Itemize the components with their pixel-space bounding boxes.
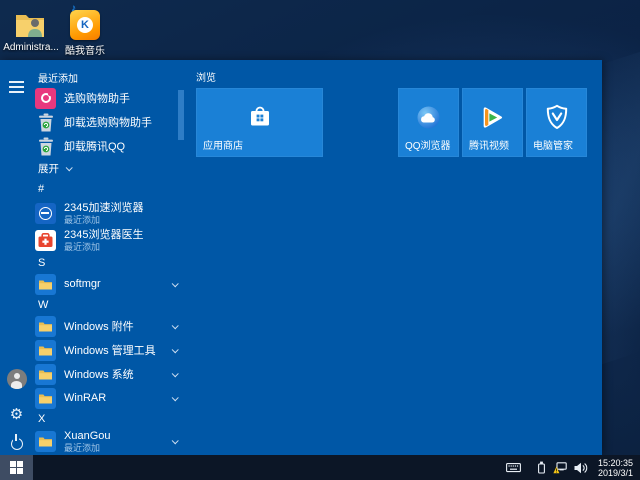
- app-list-scrollbar[interactable]: [178, 90, 184, 140]
- power-button[interactable]: [0, 427, 33, 457]
- folder-icon: [35, 339, 56, 361]
- app-item-label: Windows 附件: [64, 321, 134, 333]
- settings-button[interactable]: ⚙: [0, 399, 33, 429]
- 2345-browser-icon: [35, 203, 56, 224]
- trash-recycle-icon: [35, 112, 56, 133]
- folder-icon: [35, 387, 56, 409]
- folder-icon: [35, 315, 56, 337]
- app-item-label: 2345加速浏览器: [64, 201, 144, 214]
- tile-label: QQ浏览器: [405, 141, 451, 152]
- tile-label: 应用商店: [203, 141, 243, 152]
- touch-keyboard-icon[interactable]: [506, 462, 521, 473]
- folder-icon: [35, 273, 56, 295]
- taskbar: 15:20:35 2019/3/1: [0, 455, 640, 480]
- app-item-2345-browser-doctor[interactable]: 2345浏览器医生 最近添加: [33, 227, 183, 254]
- chevron-down-icon[interactable]: [171, 437, 179, 445]
- expand-label: 展开: [38, 162, 59, 175]
- user-avatar-icon: [6, 369, 27, 389]
- section-letter-x[interactable]: X: [33, 410, 183, 428]
- section-letter-s[interactable]: S: [33, 254, 183, 272]
- tile-label: 电脑管家: [533, 141, 573, 152]
- app-item-windows-system[interactable]: Windows 系统: [33, 362, 183, 386]
- start-button[interactable]: [0, 455, 33, 480]
- usb-device-icon[interactable]: [537, 461, 546, 474]
- app-item-winrar[interactable]: WinRAR: [33, 386, 183, 410]
- section-letter-hash[interactable]: #: [33, 178, 183, 200]
- app-item-label: softmgr: [64, 278, 101, 290]
- tile-app-store[interactable]: 应用商店: [196, 88, 323, 157]
- app-item-sublabel: 最近添加: [64, 442, 101, 453]
- desktop-icon-kuwo-music[interactable]: ♪ K 酷我音乐: [56, 3, 114, 57]
- app-item-label: 选购购物助手: [64, 93, 130, 105]
- power-icon: [10, 433, 23, 450]
- app-item-label: 卸载腾讯QQ: [64, 141, 126, 153]
- app-item-windows-accessories[interactable]: Windows 附件: [33, 314, 183, 338]
- chevron-down-icon[interactable]: [171, 280, 179, 288]
- hamburger-icon: [9, 81, 24, 93]
- app-item-xuangou[interactable]: XuanGou 最近添加: [33, 428, 183, 455]
- clock-date: 2019/3/1: [597, 467, 633, 478]
- app-item-label: WinRAR: [64, 392, 107, 404]
- app-item-label: Windows 管理工具: [64, 345, 156, 357]
- app-item-2345-speed-browser[interactable]: 2345加速浏览器 最近添加: [33, 200, 183, 227]
- folder-icon: [35, 431, 56, 452]
- app-item-softmgr[interactable]: softmgr: [33, 272, 183, 296]
- app-item-label: 卸载选购购物助手: [64, 117, 152, 129]
- folder-icon: [35, 363, 56, 385]
- app-item-uninstall-shopping-assistant[interactable]: 卸载选购购物助手: [33, 110, 183, 134]
- app-item-windows-admin-tools[interactable]: Windows 管理工具: [33, 338, 183, 362]
- volume-icon[interactable]: [574, 462, 588, 474]
- app-item-sublabel: 最近添加: [64, 214, 101, 225]
- user-folder-icon: [2, 6, 60, 40]
- gear-icon: ⚙: [9, 404, 24, 423]
- tile-pc-manager[interactable]: 电脑管家: [526, 88, 587, 157]
- app-item-label: XuanGou: [64, 429, 111, 442]
- start-menu-rail: ⚙: [0, 60, 33, 455]
- tencent-video-play-icon: [462, 98, 523, 136]
- recent-added-header: 最近添加: [38, 73, 78, 85]
- music-note-icon: ♪: [71, 3, 76, 14]
- chevron-down-icon[interactable]: [171, 370, 179, 378]
- expand-toggle[interactable]: 展开: [33, 158, 183, 178]
- app-item-label: 2345浏览器医生: [64, 228, 144, 241]
- shield-check-icon: [526, 98, 587, 136]
- shopping-assistant-icon: [35, 87, 56, 109]
- store-bag-icon: [196, 98, 323, 136]
- kuwo-monogram: K: [77, 17, 93, 33]
- kuwo-music-icon: ♪ K: [70, 3, 100, 40]
- chevron-down-icon[interactable]: [171, 346, 179, 354]
- windows-logo-icon: [10, 461, 23, 474]
- chevron-down-icon: [65, 163, 73, 171]
- app-item-uninstall-tencent-qq[interactable]: 卸载腾讯QQ: [33, 134, 183, 158]
- hamburger-menu-button[interactable]: [0, 72, 33, 102]
- first-aid-kit-icon: [35, 230, 56, 251]
- tile-group-header: 浏览: [196, 72, 216, 84]
- desktop-wallpaper: Administra... ♪ K 酷我音乐 ⚙ 最近添加 选购购物助手 卸载选…: [0, 0, 640, 480]
- tile-qq-browser[interactable]: QQ浏览器: [398, 88, 459, 157]
- app-item-label: Windows 系统: [64, 369, 134, 381]
- desktop-icon-label: Administra...: [3, 42, 59, 53]
- clock-time: 15:20:35: [597, 457, 633, 468]
- desktop-icon-label: 酷我音乐: [65, 46, 105, 57]
- taskbar-clock[interactable]: 15:20:35 2019/3/1: [596, 458, 640, 478]
- chevron-down-icon[interactable]: [171, 322, 179, 330]
- desktop-icon-administrator-folder[interactable]: Administra...: [2, 6, 60, 53]
- network-warning-icon[interactable]: [553, 461, 567, 474]
- qq-browser-cloud-icon: [398, 98, 459, 136]
- app-item-shopping-assistant[interactable]: 选购购物助手: [33, 86, 183, 110]
- app-item-sublabel: 最近添加: [64, 241, 101, 252]
- chevron-down-icon[interactable]: [171, 394, 179, 402]
- start-app-list: 最近添加 选购购物助手 卸载选购购物助手 卸载腾讯QQ 展开 # 2345加速浏…: [33, 68, 183, 455]
- start-menu-panel: ⚙ 最近添加 选购购物助手 卸载选购购物助手 卸载腾讯QQ 展开 # 2345加…: [0, 60, 602, 455]
- trash-recycle-icon: [35, 136, 56, 157]
- user-account-button[interactable]: [0, 364, 33, 394]
- tile-tencent-video[interactable]: 腾讯视频: [462, 88, 523, 157]
- tile-label: 腾讯视频: [469, 141, 509, 152]
- system-tray: 15:20:35 2019/3/1: [506, 455, 640, 480]
- section-letter-w[interactable]: W: [33, 296, 183, 314]
